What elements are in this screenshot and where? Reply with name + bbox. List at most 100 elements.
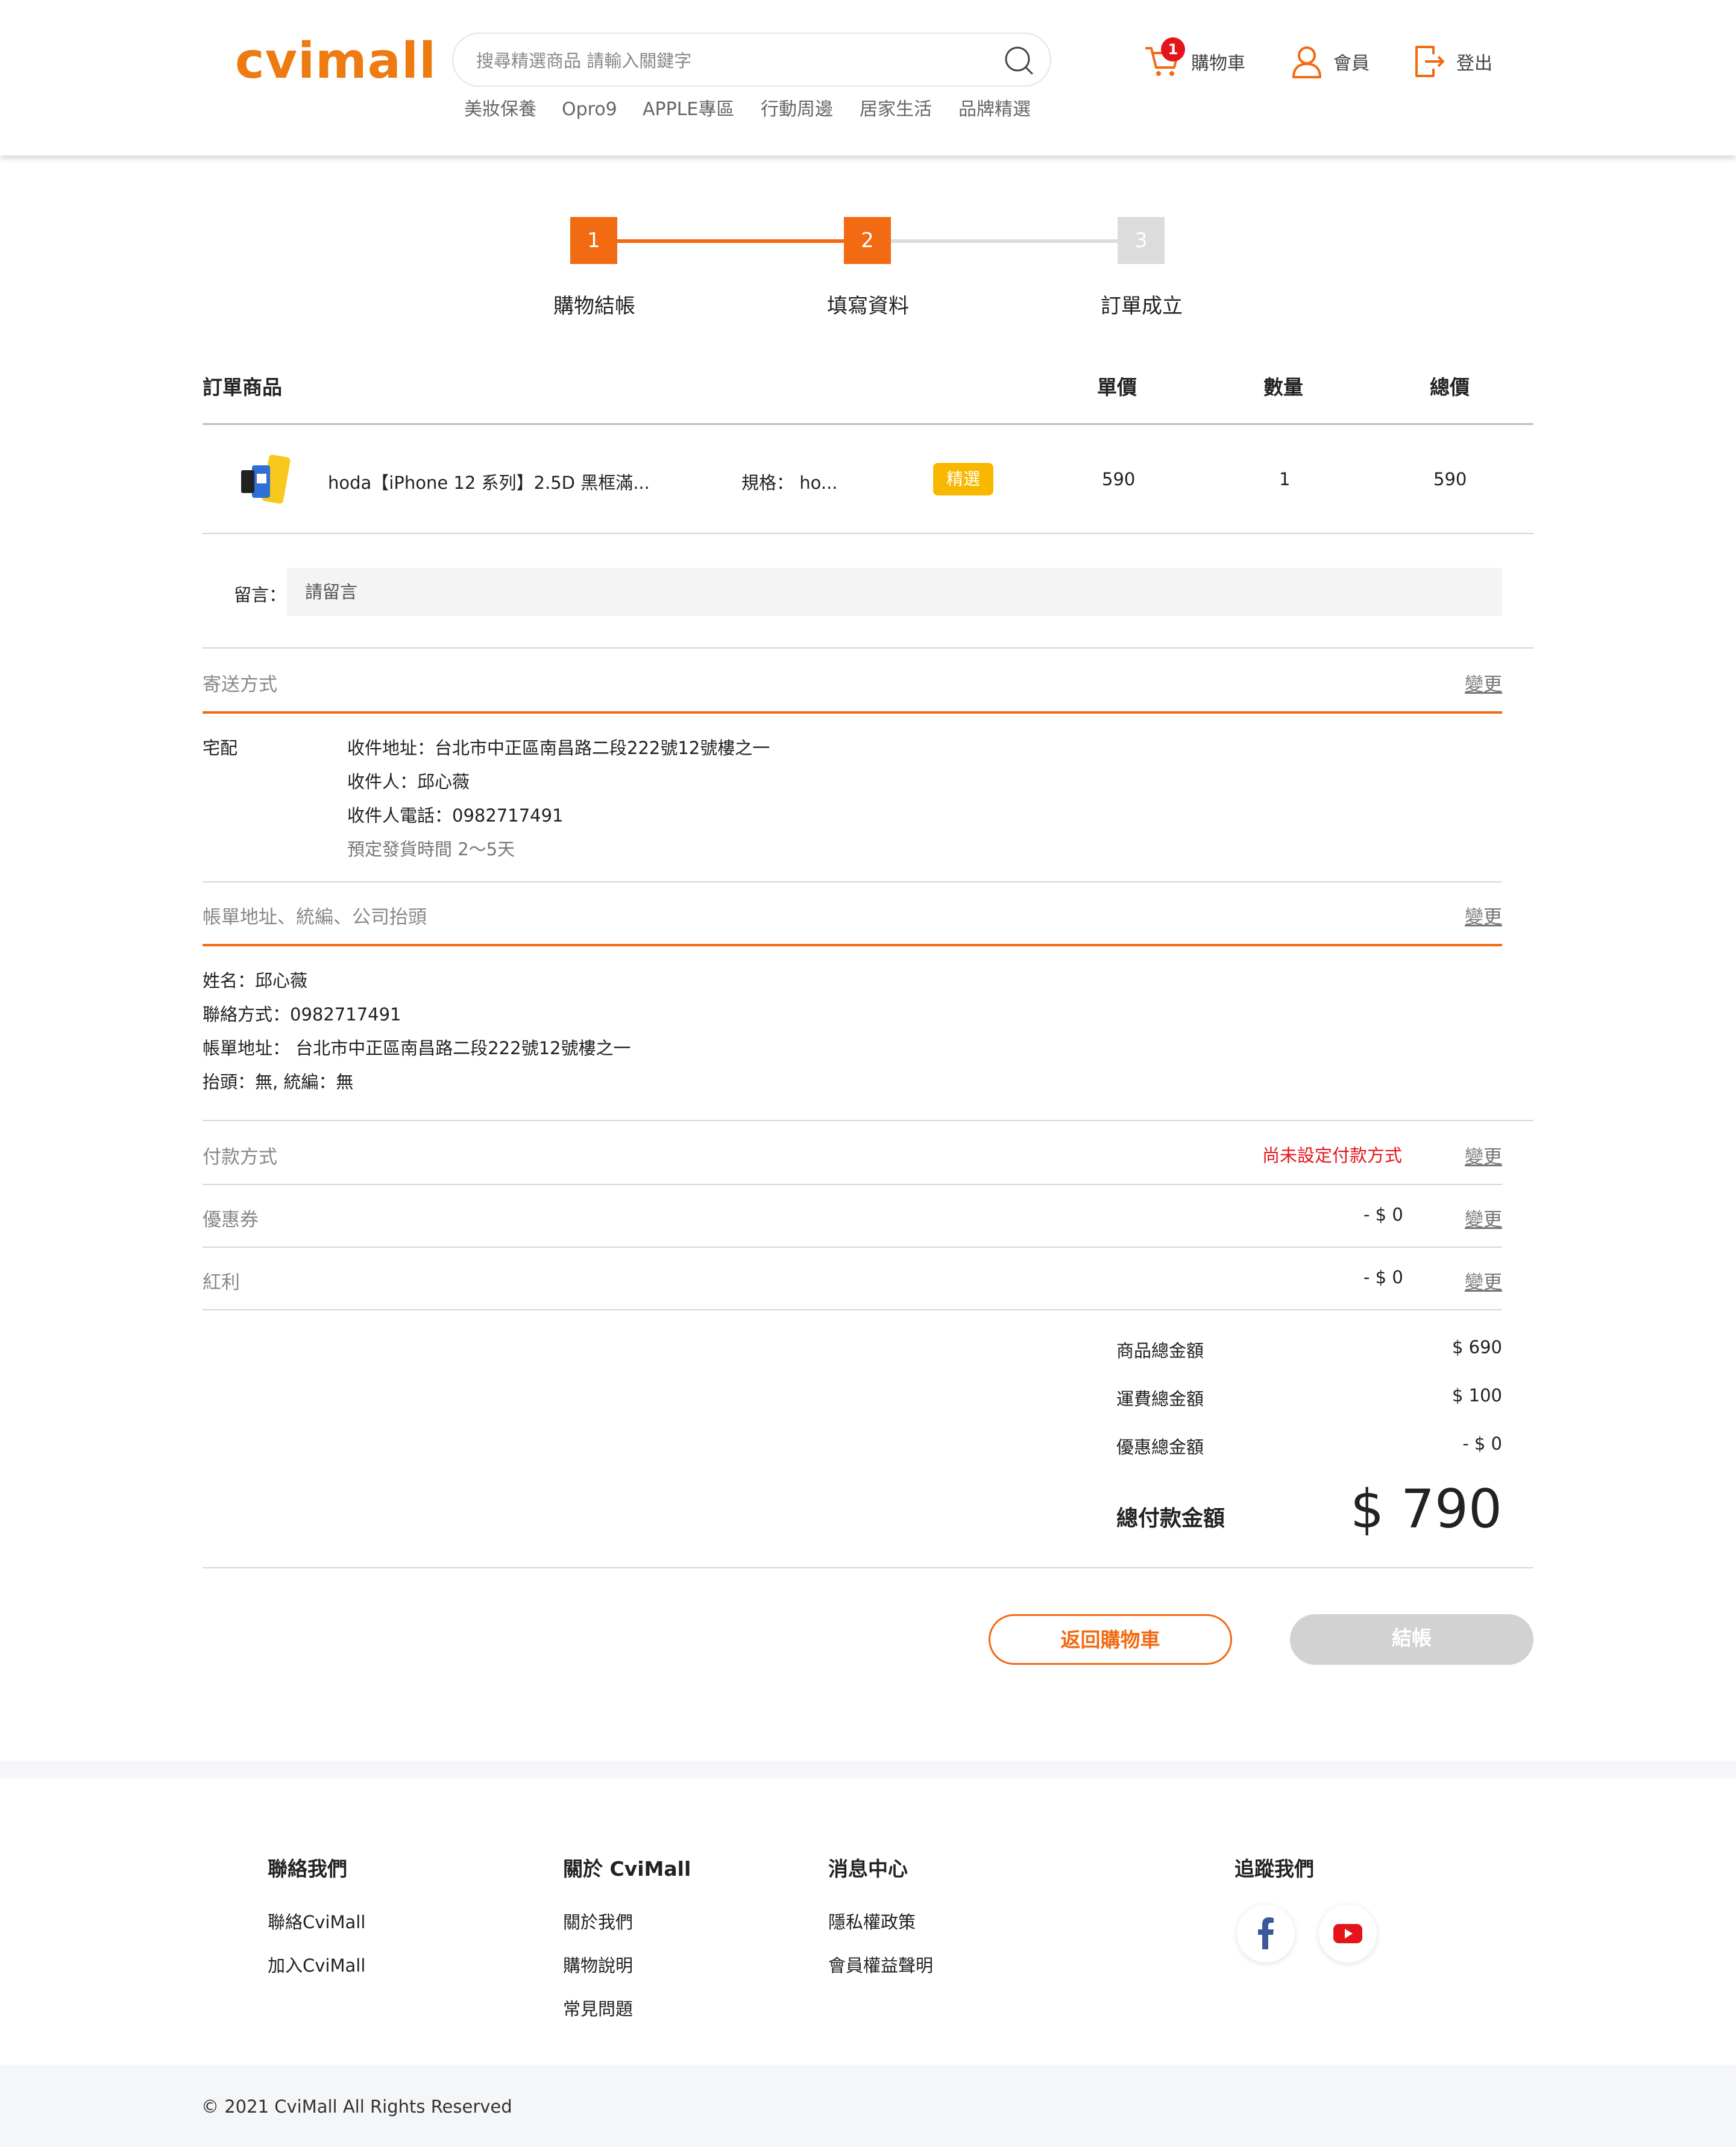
step-3-box: 3 bbox=[1118, 217, 1165, 264]
coupon-title: 優惠券 bbox=[203, 1209, 259, 1231]
copyright-text: © 2021 CviMall All Rights Reserved bbox=[201, 2096, 512, 2117]
product-thumbnail[interactable] bbox=[239, 452, 293, 506]
message-input[interactable] bbox=[287, 568, 1502, 616]
bonus-title: 紅利 bbox=[203, 1272, 240, 1294]
col-header-product: 訂單商品 bbox=[203, 376, 282, 399]
shipping-phone: 收件人電話：0982717491 bbox=[347, 805, 564, 826]
discount-total-label: 優惠總金額 bbox=[1116, 1437, 1204, 1457]
step-2-label: 填寫資料 bbox=[827, 294, 909, 318]
items-total-value: $ 690 bbox=[1451, 1337, 1502, 1357]
facebook-button[interactable] bbox=[1237, 1905, 1295, 1963]
footer-link-join-cvimall[interactable]: 加入CviMall bbox=[268, 1952, 365, 1977]
shipping-title: 寄送方式 bbox=[203, 674, 277, 696]
shipping-divider bbox=[203, 881, 1502, 882]
logout-icon bbox=[1415, 46, 1444, 77]
product-spec: 規格： ho... bbox=[741, 473, 838, 493]
discount-total-value: - $ 0 bbox=[1462, 1433, 1502, 1454]
message-label: 留言： bbox=[234, 585, 287, 605]
step-1-box: 1 bbox=[570, 217, 617, 264]
footer-news-title: 消息中心 bbox=[828, 1857, 908, 1881]
footer-link-shopping-guide[interactable]: 購物說明 bbox=[563, 1952, 633, 1977]
billing-contact: 聯絡方式：0982717491 bbox=[203, 1004, 401, 1025]
items-total-label: 商品總金額 bbox=[1116, 1341, 1204, 1361]
quantity: 1 bbox=[1279, 469, 1291, 489]
step-connector-done bbox=[617, 239, 845, 243]
billing-header-tax: 抬頭：無, 統編：無 bbox=[203, 1072, 354, 1092]
nav-link-opro9[interactable]: Opro9 bbox=[562, 96, 617, 123]
shipping-change-link[interactable]: 變更 bbox=[1465, 669, 1502, 696]
shipping-eta: 預定發貨時間 2〜5天 bbox=[347, 839, 515, 860]
table-header-divider bbox=[203, 423, 1533, 425]
bonus-divider bbox=[203, 1309, 1502, 1310]
message-divider bbox=[203, 647, 1533, 649]
grand-total-value: $ 790 bbox=[1350, 1478, 1502, 1540]
coupon-change-link[interactable]: 變更 bbox=[1465, 1204, 1502, 1231]
shipping-accent-line bbox=[203, 711, 1502, 714]
cart-label: 購物車 bbox=[1191, 53, 1245, 74]
billing-address: 帳單地址： 台北市中正區南昌路二段222號12號樓之一 bbox=[203, 1038, 631, 1058]
featured-badge: 精選 bbox=[933, 463, 993, 495]
row-total: 590 bbox=[1433, 469, 1467, 489]
footer-link-contact-cvimall[interactable]: 聯絡CviMall bbox=[268, 1908, 365, 1934]
nav-link-apple[interactable]: APPLE專區 bbox=[643, 96, 734, 123]
logout-button[interactable]: 登出 bbox=[1414, 42, 1492, 81]
site-logo[interactable]: cvimall bbox=[235, 31, 436, 92]
shipping-recipient: 收件人：邱心薇 bbox=[347, 772, 470, 792]
shipping-method: 宅配 bbox=[203, 738, 238, 758]
footer-link-privacy[interactable]: 隱私權政策 bbox=[828, 1908, 916, 1934]
payment-title: 付款方式 bbox=[203, 1146, 277, 1168]
user-icon bbox=[1292, 46, 1321, 78]
coupon-value: - $ 0 bbox=[1363, 1204, 1403, 1225]
shipping-total-value: $ 100 bbox=[1451, 1385, 1502, 1406]
unit-price: 590 bbox=[1102, 469, 1136, 489]
step-connector-pending bbox=[891, 239, 1119, 243]
search-icon[interactable] bbox=[1003, 45, 1034, 76]
nav-link-brands[interactable]: 品牌精選 bbox=[958, 96, 1031, 123]
billing-divider bbox=[203, 1120, 1533, 1121]
product-name[interactable]: hoda【iPhone 12 系列】2.5D 黑框滿... bbox=[328, 469, 650, 494]
billing-accent-line bbox=[203, 944, 1502, 946]
back-to-cart-button[interactable]: 返回購物車 bbox=[989, 1614, 1232, 1665]
member-button[interactable]: 會員 bbox=[1291, 42, 1370, 81]
footer-link-faq[interactable]: 常見問題 bbox=[563, 1995, 633, 2020]
step-2-box: 2 bbox=[844, 217, 891, 264]
col-header-total: 總價 bbox=[1430, 376, 1470, 399]
billing-name: 姓名：邱心薇 bbox=[203, 970, 308, 991]
facebook-icon bbox=[1258, 1917, 1274, 1949]
shipping-total-label: 運費總金額 bbox=[1116, 1389, 1204, 1409]
payment-change-link[interactable]: 變更 bbox=[1465, 1142, 1502, 1169]
youtube-icon bbox=[1333, 1924, 1362, 1943]
cart-count-badge: 1 bbox=[1161, 37, 1185, 61]
step-3-label: 訂單成立 bbox=[1101, 294, 1183, 318]
payment-status: 尚未設定付款方式 bbox=[1262, 1145, 1403, 1166]
bonus-value: - $ 0 bbox=[1363, 1267, 1403, 1287]
member-label: 會員 bbox=[1333, 53, 1370, 74]
billing-change-link[interactable]: 變更 bbox=[1465, 902, 1502, 929]
step-1-label: 購物結帳 bbox=[553, 294, 635, 318]
search-input[interactable] bbox=[475, 45, 984, 77]
footer-follow-title: 追蹤我們 bbox=[1234, 1857, 1314, 1881]
payment-divider bbox=[203, 1184, 1502, 1185]
nav-link-home-living[interactable]: 居家生活 bbox=[860, 96, 932, 123]
nav-link-mobile[interactable]: 行動周邊 bbox=[761, 96, 833, 123]
footer-contact-title: 聯絡我們 bbox=[268, 1857, 347, 1881]
footer-link-member-rights[interactable]: 會員權益聲明 bbox=[828, 1952, 933, 1977]
footer-about-title: 關於 CviMall bbox=[563, 1857, 691, 1881]
logout-label: 登出 bbox=[1456, 53, 1492, 74]
row-divider bbox=[203, 533, 1533, 534]
grand-total-label: 總付款金額 bbox=[1116, 1506, 1225, 1531]
youtube-button[interactable] bbox=[1319, 1905, 1377, 1963]
search-bar bbox=[452, 33, 1051, 87]
nav-link-beauty[interactable]: 美妝保養 bbox=[464, 96, 536, 123]
shipping-address: 收件地址：台北市中正區南昌路二段222號12號樓之一 bbox=[347, 738, 770, 758]
footer-top-strip bbox=[0, 1761, 1736, 1778]
billing-title: 帳單地址、統編、公司抬頭 bbox=[203, 907, 427, 928]
col-header-unit-price: 單價 bbox=[1097, 376, 1137, 399]
col-header-qty: 數量 bbox=[1263, 376, 1303, 399]
cart-button[interactable]: 購物車 bbox=[1144, 42, 1245, 81]
bonus-change-link[interactable]: 變更 bbox=[1465, 1267, 1502, 1294]
summary-divider bbox=[203, 1567, 1533, 1568]
footer-link-about-us[interactable]: 關於我們 bbox=[563, 1908, 633, 1934]
checkout-button[interactable]: 結帳 bbox=[1290, 1614, 1533, 1665]
coupon-divider bbox=[203, 1246, 1502, 1248]
